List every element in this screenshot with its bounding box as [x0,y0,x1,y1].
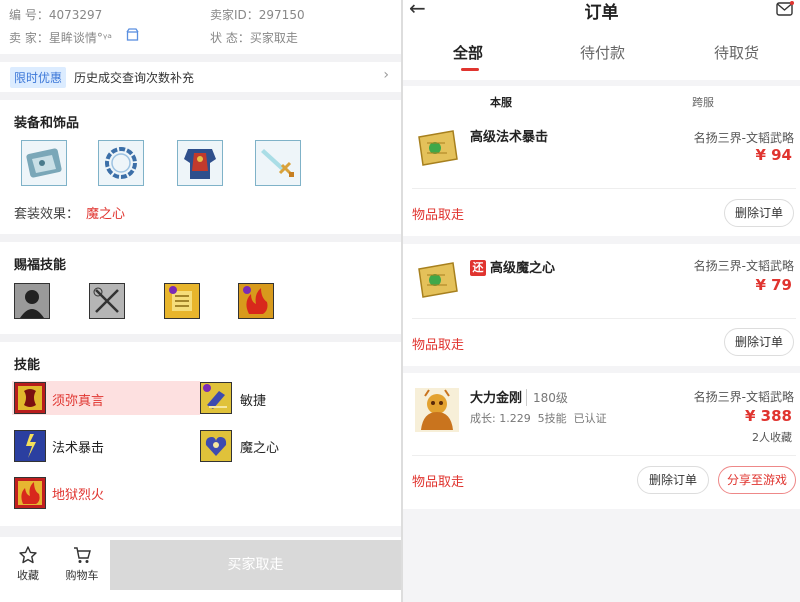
skill-name-hellfire: 地狱烈火 [52,488,105,503]
bottom-action-bar: 收藏 购物车 买家取走 [0,537,401,602]
subtab-cross-server[interactable]: 跨服 [692,94,714,110]
star-icon [19,546,37,564]
equipment-section: 装备和饰品 套装效果： 魔之心 [0,100,401,234]
favorite-label: 收藏 [17,569,39,582]
favorite-count: 2人收藏 [752,431,792,444]
order-status: 物品取走 [412,475,465,490]
equipment-title: 装备和饰品 [14,116,80,131]
order-price: ¥ 388 [745,407,792,425]
chevron-right-icon: › [383,67,389,83]
promo-tag: 限时优惠 [10,67,67,88]
vajra-character-icon [415,388,459,432]
message-icon[interactable] [776,1,794,21]
tab-pending-payment[interactable]: 待付款 [580,42,625,63]
map-scroll-icon[interactable] [21,140,67,186]
order-item-name-text: 高级魔之心 [490,261,556,276]
ring-icon[interactable] [98,140,144,186]
skills-title: 技能 [14,358,41,373]
sumeru-skill-icon[interactable] [14,382,46,414]
spell-crit-skill-icon[interactable] [14,430,46,462]
order-item-level: 180级 [526,389,568,406]
armor-icon[interactable] [177,140,223,186]
agility-skill-icon[interactable] [200,382,232,414]
delete-order-button[interactable]: 删除订单 [724,199,794,227]
skill-name-sumeru: 须弥真言 [52,394,105,409]
order-status: 物品取走 [412,338,465,353]
favorite-button[interactable]: 收藏 [8,545,48,583]
order-item-detail: 成长: 1.229 5技能 已认证 [470,412,607,425]
sword-icon[interactable] [255,140,301,186]
item-number: 编 号：4073297 [9,8,103,22]
shop-icon[interactable] [126,28,139,44]
cart-label: 购物车 [65,569,99,582]
page-title: 订单 [584,3,619,23]
silhouette-skill-icon[interactable] [14,283,50,319]
order-item-name: 还高级魔之心 [470,257,555,276]
skill-name-agility: 敏捷 [240,394,267,409]
order-item-name: 大力金刚 [470,391,523,406]
skill-name-spell-crit: 法术暴击 [52,441,105,456]
divider [412,318,796,319]
scroll-skill-icon[interactable] [164,283,200,319]
divider [412,188,796,189]
share-to-game-button[interactable]: 分享至游戏 [718,466,796,494]
return-badge: 还 [470,260,486,276]
tab-pending-pickup[interactable]: 待取货 [714,42,759,63]
seller-id: 卖家ID：297150 [210,8,305,22]
order-server: 名扬三界-文韬武略 [693,259,794,273]
scroll-item-icon [415,127,459,171]
cart-button[interactable]: 购物车 [62,545,102,583]
set-effect-value: 魔之心 [86,207,126,222]
promo-banner[interactable]: 限时优惠 历史成交查询次数补充 › [0,62,401,92]
cart-icon [74,547,91,563]
subtab-same-server[interactable]: 本服 [490,94,512,110]
hellfire-skill-icon[interactable] [14,477,46,509]
seller-name: 卖 家：星眸谈情°ᵞᵃ [9,31,112,45]
fire-skill-icon[interactable] [238,283,274,319]
order-price: ¥ 79 [755,276,792,294]
delete-order-button[interactable]: 删除订单 [637,466,709,494]
order-status: 物品取走 [412,208,465,223]
divider [412,455,796,456]
order-server: 名扬三界-文韬武略 [693,390,794,404]
order-server: 名扬三界-文韬武略 [693,131,794,145]
promo-text: 历史成交查询次数补充 [74,71,195,85]
crossed-swords-skill-icon[interactable] [89,283,125,319]
trade-status: 状 态：买家取走 [210,31,298,45]
blessing-title: 赐福技能 [14,258,67,273]
blessing-skills-section: 赐福技能 [0,242,401,334]
orders-header: ← 订单 全部 待付款 待取货 [403,0,800,80]
item-detail-pane: 编 号：4073297 卖家ID：297150 卖 家：星眸谈情°ᵞᵃ 状 态：… [0,0,401,602]
delete-order-button[interactable]: 删除订单 [724,328,794,356]
active-tab-indicator [461,68,479,71]
order-card[interactable]: 高级法术暴击 名扬三界-文韬武略 ¥ 94 物品取走 删除订单 [403,116,800,236]
order-card[interactable]: 还高级魔之心 名扬三界-文韬武略 ¥ 79 物品取走 删除订单 [403,244,800,366]
skill-name-demon-heart: 魔之心 [240,441,280,456]
set-effect-label: 套装效果： [14,207,80,222]
demon-heart-skill-icon[interactable] [200,430,232,462]
orders-pane: ← 订单 全部 待付款 待取货 本服 跨服 高级法术暴击 名扬三界-文韬武略 ¥… [403,0,800,602]
order-price: ¥ 94 [755,146,792,164]
order-card[interactable]: 大力金刚 180级 成长: 1.229 5技能 已认证 名扬三界-文韬武略 ¥ … [403,373,800,509]
tab-all[interactable]: 全部 [453,42,483,63]
order-item-name: 高级法术暴击 [470,130,549,145]
buy-button[interactable]: 买家取走 [110,540,401,590]
server-subtabs: 本服 跨服 [403,86,800,116]
scroll-item-icon [415,259,459,303]
item-info-card: 编 号：4073297 卖家ID：297150 卖 家：星眸谈情°ᵞᵃ 状 态：… [0,0,401,54]
